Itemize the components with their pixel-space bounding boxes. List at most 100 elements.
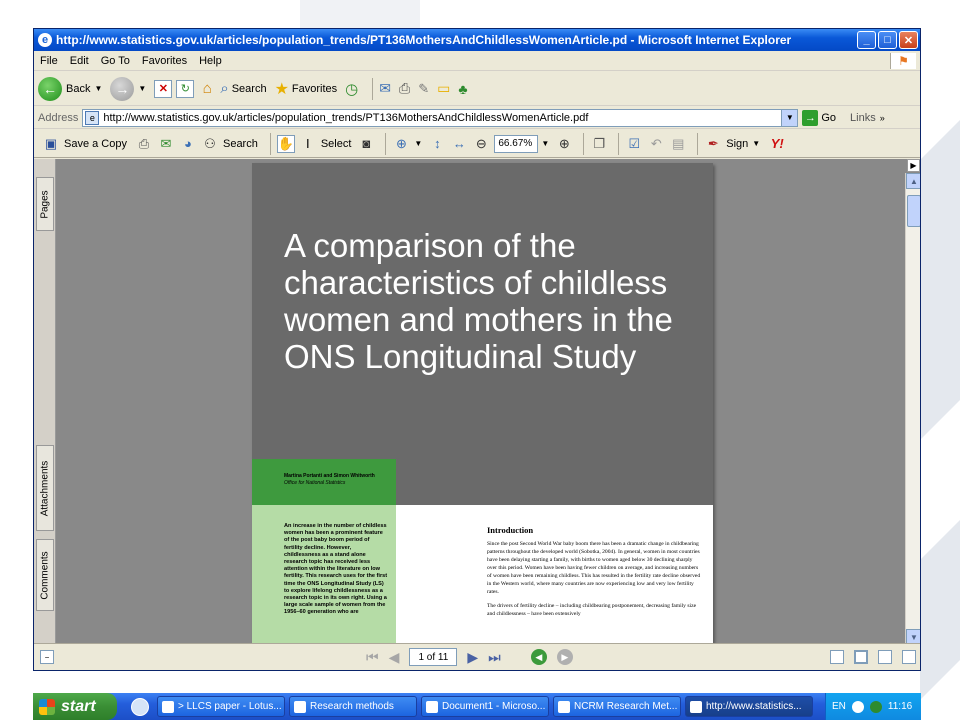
tab-comments-label: Comments <box>39 550 51 600</box>
print-icon[interactable]: ⎙ <box>399 80 410 97</box>
zoom-input[interactable]: 66.67% <box>494 134 539 153</box>
tray-app-icon[interactable] <box>869 700 882 713</box>
previous-view-icon[interactable]: ◀ <box>530 649 547 665</box>
taskbar-item[interactable]: Document1 - Microso... <box>421 696 549 717</box>
taskbar-item-active[interactable]: http://www.statistics... <box>685 696 813 717</box>
taskbar-item[interactable]: > LLCS paper - Lotus... <box>157 696 285 717</box>
taskbar: start > LLCS paper - Lotus... Research m… <box>33 693 921 720</box>
back-button[interactable]: ← Back ▼ <box>38 76 102 101</box>
go-button[interactable]: → Go <box>802 109 837 126</box>
menu-help[interactable]: Help <box>199 55 222 67</box>
close-button[interactable]: ✕ <box>899 31 918 49</box>
forward-button[interactable]: → ▼ <box>110 76 146 101</box>
tab-pages[interactable]: Pages <box>36 177 54 231</box>
edit-icon[interactable]: ✎ <box>418 81 429 97</box>
mail-icon[interactable]: ✉ <box>379 80 391 97</box>
taskbar-item-label: Research methods <box>310 701 394 712</box>
favorites-button[interactable]: ★ Favorites <box>275 79 338 99</box>
pdf-status-bar: − ⏮ ◀ 1 of 11 ▶ ⏭ ◀ ▶ <box>34 643 920 670</box>
hand-tool-icon[interactable]: ✋ <box>276 134 295 153</box>
last-page-icon[interactable]: ⏭ <box>488 649 501 666</box>
tray-chevron-icon[interactable] <box>851 700 864 713</box>
single-page-icon[interactable] <box>830 650 844 664</box>
yahoo-icon[interactable]: Y! <box>768 135 786 153</box>
language-indicator[interactable]: EN <box>832 701 846 712</box>
page-number-input[interactable]: 1 of 11 <box>409 648 458 666</box>
undo-icon[interactable]: ↶ <box>647 135 665 153</box>
pages-icon[interactable]: ❐ <box>590 135 608 153</box>
next-view-icon[interactable]: ▶ <box>556 649 573 665</box>
back-dropdown-icon[interactable]: ▼ <box>94 84 102 93</box>
menu-arrow-icon[interactable]: ▶ <box>907 159 920 172</box>
home-icon[interactable]: ⌂ <box>198 80 216 98</box>
clipboard-icon[interactable]: ▤ <box>669 135 687 153</box>
search-button[interactable]: ⌕ Search <box>220 80 266 97</box>
menu-edit[interactable]: Edit <box>70 55 89 67</box>
collapse-icon[interactable]: − <box>40 650 54 664</box>
pdf-toolbar: ▣ Save a Copy ⎙ ✉ ◕ ⚇ Search ✋ I Select … <box>34 130 920 158</box>
menu-bar: File Edit Go To Favorites Help <box>34 51 920 71</box>
search-label: Search <box>231 82 267 95</box>
go-label: Go <box>821 111 837 124</box>
next-page-icon[interactable]: ▶ <box>467 649 478 666</box>
globe-icon[interactable]: ◕ <box>179 135 197 153</box>
select-button[interactable]: Select <box>321 138 352 150</box>
review-icon[interactable]: ☑ <box>625 135 643 153</box>
zoom-level-dropdown-icon[interactable]: ▼ <box>541 139 549 148</box>
affiliation: Office for National Statistics <box>284 480 346 486</box>
scroll-up-icon[interactable]: ▲ <box>906 173 920 189</box>
minimize-button[interactable]: _ <box>857 31 876 49</box>
save-icon[interactable]: ▣ <box>42 135 60 153</box>
quick-launch-icon[interactable] <box>131 697 149 716</box>
links-button[interactable]: Links <box>850 112 876 124</box>
menu-file[interactable]: File <box>40 55 58 67</box>
discuss-icon[interactable]: ▭ <box>437 80 450 97</box>
previous-page-icon[interactable]: ◀ <box>389 649 400 666</box>
sign-dropdown-icon[interactable]: ▼ <box>752 139 760 148</box>
taskbar-item[interactable]: Research methods <box>289 696 417 717</box>
taskbar-item-label: > LLCS paper - Lotus... <box>178 701 282 712</box>
windows-flag-icon <box>39 698 55 715</box>
refresh-icon[interactable]: ↻ <box>176 79 195 98</box>
continuous-icon[interactable] <box>854 650 868 664</box>
zoom-dropdown-icon[interactable]: ▼ <box>414 139 422 148</box>
pdf-search-button[interactable]: Search <box>223 138 258 150</box>
start-button[interactable]: start <box>33 693 117 720</box>
address-bar: Address e http://www.statistics.gov.uk/a… <box>34 107 920 129</box>
separator <box>385 132 387 155</box>
sign-button[interactable]: Sign <box>726 138 748 150</box>
pdf-page: A comparison of the characteristics of c… <box>252 163 713 643</box>
address-dropdown-icon[interactable]: ▼ <box>781 109 798 126</box>
taskbar-item[interactable]: NCRM Research Met... <box>553 696 681 717</box>
facing-icon[interactable] <box>902 650 916 664</box>
scroll-thumb[interactable] <box>907 195 920 227</box>
email-icon[interactable]: ✉ <box>157 135 175 153</box>
history-icon[interactable]: ◷ <box>345 80 358 98</box>
save-copy-button[interactable]: Save a Copy <box>64 138 127 150</box>
vertical-scrollbar[interactable]: ▲ ▼ <box>905 173 920 645</box>
print-icon[interactable]: ⎙ <box>135 135 153 153</box>
first-page-icon[interactable]: ⏮ <box>366 649 379 666</box>
stop-icon[interactable]: ✕ <box>154 79 173 98</box>
snapshot-icon[interactable]: ◙ <box>357 135 375 153</box>
address-input[interactable]: e http://www.statistics.gov.uk/articles/… <box>82 108 799 127</box>
forward-dropdown-icon[interactable]: ▼ <box>138 84 146 93</box>
menu-favorites[interactable]: Favorites <box>142 55 187 67</box>
fit-width-icon[interactable]: ↔ <box>450 135 468 153</box>
maximize-button[interactable]: □ <box>878 31 897 49</box>
system-tray: EN 11:16 <box>825 693 921 720</box>
clock: 11:16 <box>887 701 913 712</box>
tab-comments[interactable]: Comments <box>36 539 54 611</box>
continuous-facing-icon[interactable] <box>878 650 892 664</box>
zoom-in-icon[interactable]: ⊕ <box>555 135 573 153</box>
fit-height-icon[interactable]: ↕ <box>428 135 446 153</box>
chevron-right-icon[interactable]: » <box>880 113 885 123</box>
zoom-out-icon[interactable]: ⊖ <box>472 135 490 153</box>
title-bar[interactable]: e http://www.statistics.gov.uk/articles/… <box>34 29 920 51</box>
zoom-icon[interactable]: ⊕ <box>392 135 410 153</box>
author-box: Martina Portanti and Simon Whitworth Off… <box>252 459 396 505</box>
menu-goto[interactable]: Go To <box>101 55 130 67</box>
tab-attachments[interactable]: Attachments <box>36 445 54 531</box>
messenger-icon[interactable]: ♣ <box>458 81 467 97</box>
cover-panel: A comparison of the characteristics of c… <box>252 163 713 459</box>
